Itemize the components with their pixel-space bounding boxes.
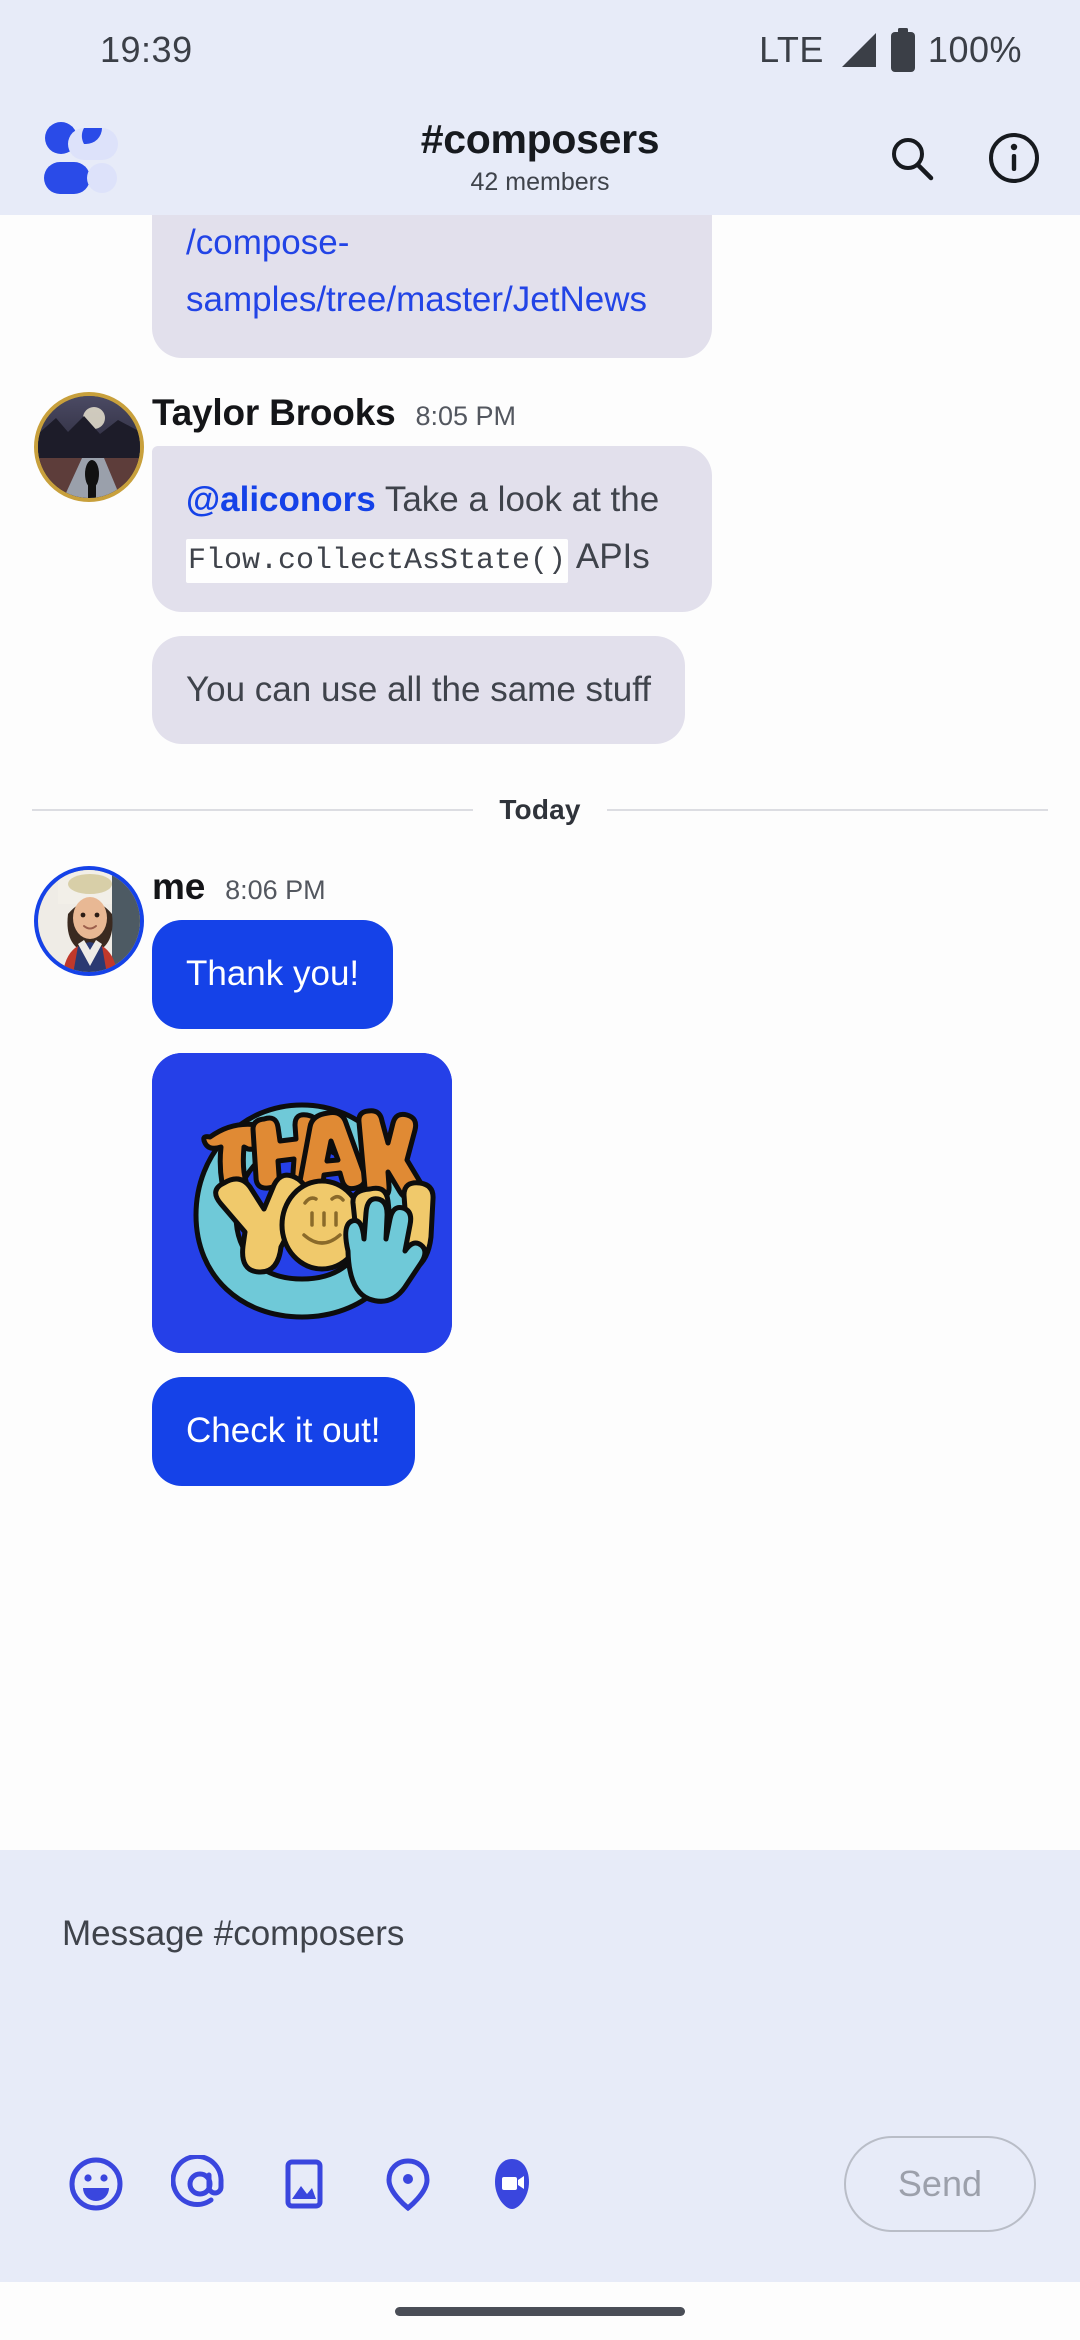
image-button[interactable] (252, 2132, 356, 2236)
message-bubble[interactable]: You can use all the same stuff (152, 635, 686, 745)
message-input-bar: Message #composers Send (0, 1850, 1080, 2282)
message-bubble[interactable]: Check it out! (152, 1377, 415, 1486)
input-toolbar: Send (44, 2132, 1036, 2282)
info-button[interactable] (984, 128, 1044, 188)
message-text-after: APIs (568, 537, 650, 577)
avatar-column (34, 866, 152, 1509)
signal-bars-icon (841, 33, 876, 67)
info-icon (989, 132, 1039, 183)
video-icon (495, 2159, 529, 2209)
status-bar-network: LTE (759, 29, 824, 70)
status-bar-time: 19:39 (100, 29, 193, 70)
message-text: @aliconors Take a look at the Flow.colle… (186, 472, 678, 585)
message-text-before: Take a look at the (375, 480, 660, 520)
message-text: Check it out! (186, 1411, 381, 1451)
avatar-column (34, 392, 152, 768)
status-bar-battery-percent: 100% (927, 29, 1022, 70)
mention-icon (171, 2155, 224, 2207)
system-navigation-bar (0, 2282, 1080, 2340)
message-input[interactable]: Message #composers (44, 1900, 1036, 1954)
message-link-text[interactable]: /compose-samples/tree/master/JetNews (186, 223, 647, 319)
jetchat-logo-icon[interactable] (34, 118, 118, 198)
day-divider: Today (0, 768, 1080, 852)
message-bubble-partial[interactable]: /compose-samples/tree/master/JetNews (152, 215, 712, 359)
message-timestamp: 8:06 PM (225, 875, 326, 906)
status-bar-indicators: LTE 100% (759, 28, 1022, 72)
message-list[interactable]: /compose-samples/tree/master/JetNews Tay… (0, 215, 1080, 1850)
mention-link[interactable]: @aliconors (186, 480, 376, 519)
send-button[interactable]: Send (843, 2136, 1036, 2232)
inline-code: Flow.collectAsState() (186, 539, 569, 584)
emoji-icon (69, 2157, 123, 2211)
member-count: 42 members (470, 168, 610, 197)
video-button[interactable] (460, 2132, 564, 2236)
app-bar-actions (882, 128, 1044, 188)
message-header: Taylor Brooks 8:05 PM (152, 392, 1044, 434)
message-bubble[interactable]: @aliconors Take a look at the Flow.colle… (152, 446, 712, 612)
message-link[interactable]: /compose-samples/tree/master/JetNews (186, 215, 678, 328)
message-bubble[interactable]: Thank you! (152, 920, 394, 1030)
message-body: me 8:06 PM Thank you! Check it out! (152, 866, 1044, 1509)
search-icon (892, 137, 934, 180)
app-bar: #composers 42 members (0, 100, 1080, 215)
avatar-taylor-brooks[interactable] (34, 392, 144, 503)
page-title: #composers (420, 115, 660, 162)
chat-screen: 19:39 LTE 100% #composers 42 members /co… (0, 0, 1080, 2340)
search-button[interactable] (882, 128, 942, 188)
location-icon (386, 2158, 430, 2212)
battery-full-icon (890, 28, 915, 72)
message-text: Thank you! (186, 954, 360, 994)
divider-line-right (606, 809, 1049, 812)
message-author: Taylor Brooks (152, 392, 396, 434)
status-bar: 19:39 LTE 100% (0, 0, 1080, 100)
divider-line-left (32, 809, 474, 812)
image-icon (285, 2159, 323, 2209)
mention-button[interactable] (148, 2132, 252, 2236)
message-text: You can use all the same stuff (186, 669, 652, 709)
message-group-taylor-brooks: Taylor Brooks 8:05 PM @aliconors Take a … (0, 392, 1080, 768)
message-author: me (152, 866, 206, 908)
avatar-me[interactable] (34, 866, 144, 977)
home-indicator[interactable] (395, 2306, 685, 2316)
location-button[interactable] (356, 2132, 460, 2236)
message-group-me: me 8:06 PM Thank you! Check it out! (0, 866, 1080, 1509)
message-body: Taylor Brooks 8:05 PM @aliconors Take a … (152, 392, 1044, 768)
message-header: me 8:06 PM (152, 866, 1044, 908)
thank-you-sticker[interactable] (152, 1053, 452, 1354)
message-timestamp: 8:05 PM (415, 401, 517, 432)
emoji-button[interactable] (44, 2132, 148, 2236)
send-button-label: Send (897, 2163, 982, 2204)
day-divider-label: Today (499, 794, 581, 826)
